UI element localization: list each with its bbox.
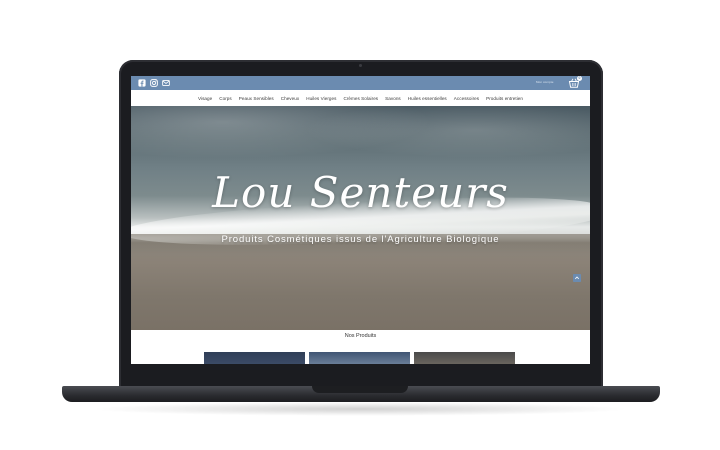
hero-banner: Lou Senteurs Produits Cosmétiques issus …	[131, 106, 590, 330]
account-link[interactable]: Mon compte	[536, 80, 554, 84]
product-card[interactable]	[309, 352, 410, 364]
main-nav: Visage Corps Peaux Sensibles Cheveux Hui…	[131, 90, 590, 106]
nav-item-cheveux[interactable]: Cheveux	[281, 96, 299, 101]
product-card[interactable]	[204, 352, 305, 364]
facebook-icon[interactable]	[138, 79, 146, 87]
cart-count-badge: 0	[577, 76, 582, 81]
hero-subtitle: Produits Cosmétiques issus de l'Agricult…	[221, 234, 500, 245]
nav-item-savons[interactable]: Savons	[385, 96, 401, 101]
scroll-icon[interactable]	[573, 274, 581, 282]
nav-item-visage[interactable]: Visage	[198, 96, 212, 101]
product-card[interactable]	[414, 352, 515, 364]
laptop-notch	[312, 386, 408, 393]
camera-dot	[359, 64, 362, 67]
nav-item-peaux-sensibles[interactable]: Peaux Sensibles	[239, 96, 274, 101]
nav-item-huiles-essentielles[interactable]: Huiles essentielles	[408, 96, 447, 101]
laptop-shadow	[90, 402, 630, 416]
nav-item-accessoires[interactable]: Accessoires	[454, 96, 479, 101]
nav-item-huiles-vierges[interactable]: Huiles Vierges	[306, 96, 336, 101]
website-screen: Mon compte 0 Visage Corps Peaux Sensible…	[131, 76, 590, 364]
mail-icon[interactable]	[162, 79, 170, 87]
social-links	[138, 79, 170, 87]
nav-item-cremes-solaires[interactable]: Crèmes Solaires	[343, 96, 378, 101]
instagram-icon[interactable]	[150, 79, 158, 87]
top-bar: Mon compte 0	[131, 76, 590, 90]
nav-item-produits-entretien[interactable]: Produits entretien	[486, 96, 523, 101]
nav-item-corps[interactable]: Corps	[219, 96, 232, 101]
products-section-title: Nos Produits	[344, 333, 377, 339]
hero-title: Lou Senteurs	[212, 168, 509, 217]
